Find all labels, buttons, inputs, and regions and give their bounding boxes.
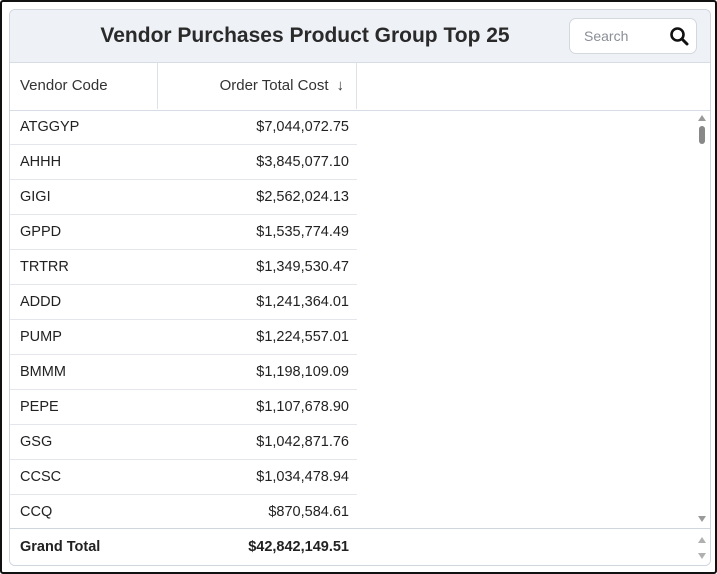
grand-total-row: Grand Total $42,842,149.51 [10, 528, 710, 565]
footer-scroll-up-arrow-icon[interactable] [697, 536, 707, 544]
vendor-code-cell: BMMM [20, 364, 66, 380]
column-header-label: Vendor Code [20, 77, 108, 94]
footer-scroll-down-arrow-icon[interactable] [697, 552, 707, 560]
table-row[interactable]: TRTRR $1,349,530.47 [10, 250, 357, 285]
grand-total-label: Grand Total [20, 539, 101, 555]
column-header-vendor-code[interactable]: Vendor Code [10, 63, 158, 109]
table-row[interactable]: AHHH $3,845,077.10 [10, 145, 357, 180]
table-row[interactable]: BMMM $1,198,109.09 [10, 355, 357, 390]
table-row[interactable]: GSG $1,042,871.76 [10, 425, 357, 460]
vendor-code-cell: TRTRR [20, 259, 69, 275]
column-header-label: Order Total Cost [219, 77, 329, 94]
order-total-cost-cell: $1,042,871.76 [256, 434, 349, 450]
order-total-cost-cell: $1,224,557.01 [256, 329, 349, 345]
vendor-code-cell: CCQ [20, 504, 53, 520]
search-icon[interactable] [669, 26, 689, 46]
table-body: ATGGYP $7,044,072.75 AHHH $3,845,077.10 … [10, 110, 357, 528]
scroll-down-arrow-icon[interactable] [697, 515, 707, 523]
vendor-code-cell: PUMP [20, 329, 62, 345]
table-row[interactable]: ATGGYP $7,044,072.75 [10, 110, 357, 145]
widget-title: Vendor Purchases Product Group Top 25 [100, 24, 510, 47]
order-total-cost-cell: $1,034,478.94 [256, 469, 349, 485]
vendor-code-cell: CCSC [20, 469, 62, 485]
vendor-code-cell: PEPE [20, 399, 59, 415]
arrow-down-icon[interactable]: ↓ [337, 63, 345, 109]
search-input[interactable] [578, 25, 664, 47]
vendor-code-cell: ATGGYP [20, 119, 80, 135]
vendor-code-cell: GIGI [20, 189, 51, 205]
scrollbar-thumb[interactable] [699, 126, 705, 144]
vendor-code-cell: GPPD [20, 224, 62, 240]
table-row[interactable]: CCSC $1,034,478.94 [10, 460, 357, 495]
column-header-order-total-cost[interactable]: Order Total Cost ↓ [158, 63, 357, 109]
scroll-up-arrow-icon[interactable] [697, 114, 707, 122]
search-box[interactable] [569, 18, 697, 54]
vendor-code-cell: AHHH [20, 154, 62, 170]
order-total-cost-cell: $7,044,072.75 [256, 119, 349, 135]
order-total-cost-cell: $1,241,364.01 [256, 294, 349, 310]
widget-header: Vendor Purchases Product Group Top 25 [10, 10, 710, 63]
vendor-code-cell: GSG [20, 434, 53, 450]
order-total-cost-cell: $1,198,109.09 [256, 364, 349, 380]
table-row[interactable]: PEPE $1,107,678.90 [10, 390, 357, 425]
table-row[interactable]: CCQ $870,584.61 [10, 495, 357, 528]
table-row[interactable]: GIGI $2,562,024.13 [10, 180, 357, 215]
order-total-cost-cell: $2,562,024.13 [256, 189, 349, 205]
table-row[interactable]: ADDD $1,241,364.01 [10, 285, 357, 320]
order-total-cost-cell: $1,535,774.49 [256, 224, 349, 240]
vendor-code-cell: ADDD [20, 294, 62, 310]
order-total-cost-cell: $3,845,077.10 [256, 154, 349, 170]
order-total-cost-cell: $1,349,530.47 [256, 259, 349, 275]
table-row[interactable]: GPPD $1,535,774.49 [10, 215, 357, 250]
grand-total-value: $42,842,149.51 [248, 539, 349, 555]
order-total-cost-cell: $1,107,678.90 [256, 399, 349, 415]
table-row[interactable]: PUMP $1,224,557.01 [10, 320, 357, 355]
screenshot-frame: Vendor Purchases Product Group Top 25 Ve… [0, 0, 717, 574]
vendor-purchases-widget: Vendor Purchases Product Group Top 25 Ve… [9, 9, 711, 566]
order-total-cost-cell: $870,584.61 [268, 504, 349, 520]
